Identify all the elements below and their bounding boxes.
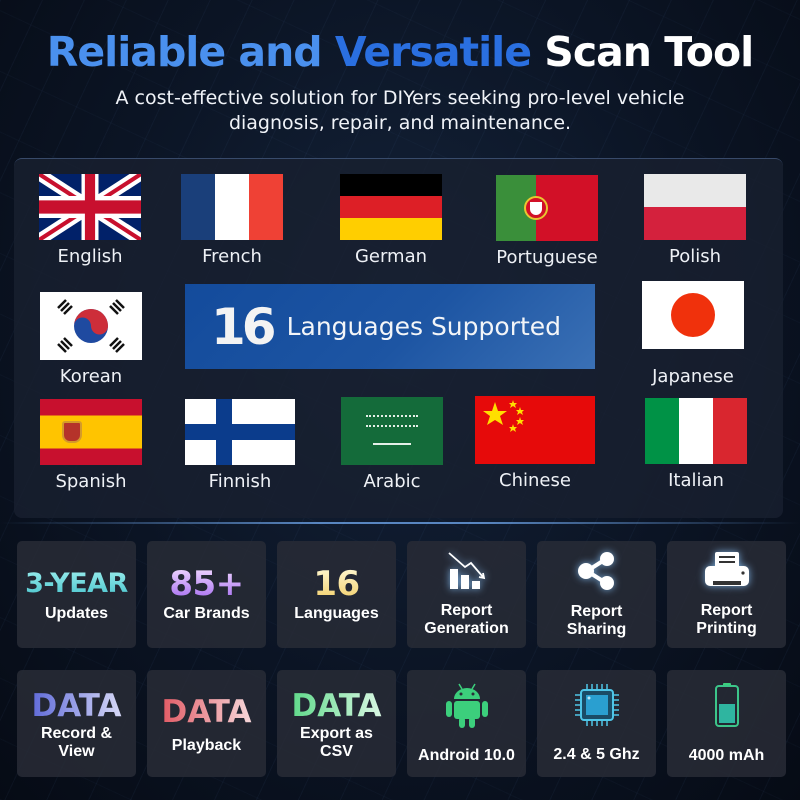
feature-value: 85+ (169, 563, 244, 604)
uk-flag-icon (39, 174, 141, 240)
saudi-flag-icon (341, 397, 443, 465)
language-label: English (57, 246, 123, 267)
language-item-english: English (30, 174, 150, 268)
language-label: Italian (668, 470, 724, 491)
language-item-german: German (331, 174, 451, 268)
france-flag-icon (181, 174, 283, 240)
language-item-chinese: Chinese (475, 396, 595, 492)
feature-label: 2.4 & 5 Ghz (553, 746, 640, 763)
language-label: Polish (668, 246, 721, 267)
feature-card-wifi: 2.4 & 5 Ghz (537, 670, 656, 777)
japan-flag-icon (642, 281, 744, 349)
feature-label: 4000 mAh (688, 747, 765, 764)
language-label: Portuguese (496, 247, 598, 268)
feature-label-line-1: Report (440, 602, 493, 619)
subtitle-line-2: diagnosis, repair, and maintenance. (228, 112, 572, 134)
language-label: Finnish (208, 471, 272, 492)
feature-value: DATA (31, 687, 122, 724)
feature-card-car-brands: 85+ Car Brands (147, 541, 266, 648)
korea-flag-icon (40, 292, 142, 360)
language-label: Chinese (499, 470, 571, 491)
spain-flag-icon (40, 399, 142, 465)
feature-value: DATA (161, 693, 252, 730)
share-icon (576, 550, 618, 597)
languages-banner: 16 Languages Supported (185, 284, 595, 369)
finland-flag-icon (185, 399, 295, 465)
language-item-korean: Korean (31, 292, 151, 388)
language-item-spanish: Spanish (31, 399, 151, 493)
feature-card-data-playback: DATA Playback (147, 670, 266, 777)
china-flag-icon (475, 396, 595, 464)
italy-flag-icon (645, 398, 747, 464)
android-icon (445, 682, 489, 735)
feature-card-android: Android 10.0 (407, 670, 526, 777)
portugal-flag-icon (496, 175, 598, 241)
feature-value: DATA (291, 687, 382, 724)
feature-card-report-printing: Report Printing (667, 541, 786, 648)
feature-label: Android 10.0 (418, 747, 515, 764)
feature-label: Languages (294, 604, 379, 622)
germany-flag-icon (340, 174, 442, 240)
page-title: Reliable and Versatile Scan Tool (0, 26, 800, 78)
feature-label-line-1: Report (570, 603, 623, 620)
chip-icon (574, 683, 620, 732)
feature-label-line-2: Sharing (566, 621, 627, 638)
feature-label-line-2: View (58, 742, 95, 760)
feature-card-data-record: DATA Record & View (17, 670, 136, 777)
language-label: Korean (59, 366, 123, 387)
report-chart-icon (447, 551, 487, 596)
printer-icon (703, 551, 751, 596)
feature-value: 16 (313, 563, 360, 604)
feature-label: Updates (44, 604, 109, 622)
feature-label-line-2: Printing (696, 620, 757, 637)
feature-card-data-export: DATA Export as CSV (277, 670, 396, 777)
poland-flag-icon (644, 174, 746, 240)
language-item-japanese: Japanese (633, 281, 753, 388)
title-part-2: Versatile (334, 28, 532, 76)
feature-label-line-2: Generation (424, 620, 509, 637)
feature-card-battery: 4000 mAh (667, 670, 786, 777)
subtitle: A cost-effective solution for DIYers see… (0, 86, 800, 136)
language-label: German (354, 246, 428, 267)
battery-icon (714, 682, 740, 733)
language-label: French (202, 246, 262, 267)
feature-card-report-sharing: Report Sharing (537, 541, 656, 648)
feature-label-line-1: Playback (171, 736, 242, 754)
feature-label-line-2: CSV (320, 742, 353, 760)
language-item-polish: Polish (635, 174, 755, 268)
feature-label-line-1: Report (700, 602, 753, 619)
feature-label: Car Brands (163, 604, 250, 622)
feature-card-languages: 16 Languages (277, 541, 396, 648)
feature-value: 3-YEAR (25, 567, 128, 599)
language-item-italian: Italian (636, 398, 756, 492)
language-item-portuguese: Portuguese (487, 175, 607, 269)
title-part-1: Reliable and (46, 28, 335, 76)
banner-number: 16 (211, 297, 277, 356)
feature-label-line-1: Record & (40, 724, 113, 742)
banner-text: Languages Supported (286, 312, 562, 341)
language-item-finnish: Finnish (180, 399, 300, 493)
feature-label-line-1: Export as (300, 724, 373, 742)
language-label: Spanish (55, 471, 127, 492)
feature-card-updates: 3-YEAR Updates (17, 541, 136, 648)
language-label: Japanese (652, 366, 734, 387)
language-item-french: French (172, 174, 292, 268)
feature-card-report-generation: Report Generation (407, 541, 526, 648)
title-part-3: Scan Tool (531, 28, 754, 76)
language-item-arabic: Arabic (332, 397, 452, 493)
language-label: Arabic (363, 471, 421, 492)
subtitle-line-1: A cost-effective solution for DIYers see… (115, 87, 685, 109)
